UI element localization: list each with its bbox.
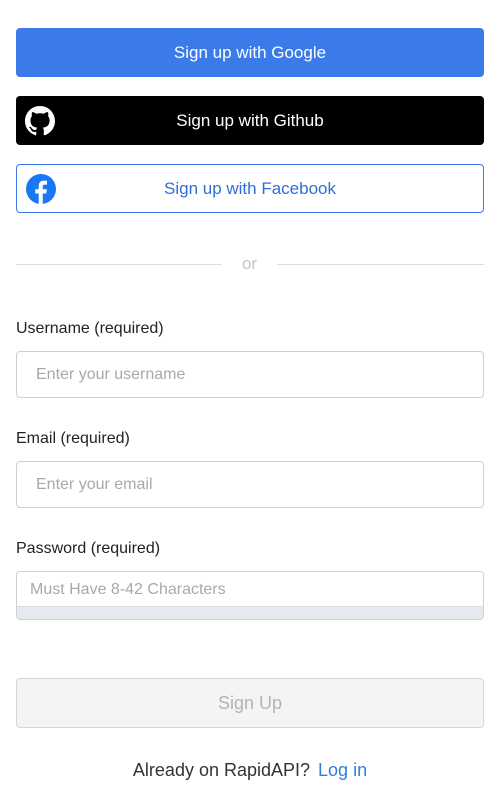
facebook-icon (25, 173, 57, 205)
signup-page: Sign up with Google Sign up with Github … (0, 0, 500, 807)
google-signup-button[interactable]: Sign up with Google (16, 28, 484, 77)
facebook-signup-label: Sign up with Facebook (164, 178, 336, 198)
login-prompt-text: Already on RapidAPI? (132, 760, 311, 780)
facebook-signup-button[interactable]: Sign up with Facebook (16, 164, 484, 213)
login-link[interactable]: Log in (318, 760, 367, 780)
divider-text: or (241, 254, 258, 273)
password-label: Password (required) (16, 540, 161, 557)
email-label: Email (required) (16, 430, 130, 447)
or-divider: or (16, 254, 484, 276)
google-signup-label: Sign up with Google (173, 42, 327, 62)
divider-line-left (16, 264, 222, 265)
email-input[interactable] (16, 461, 484, 508)
github-icon (24, 105, 56, 137)
github-signup-label: Sign up with Github (176, 110, 324, 130)
github-signup-button[interactable]: Sign up with Github (16, 96, 484, 145)
password-strength-bar (17, 606, 483, 619)
username-input[interactable] (16, 351, 484, 398)
sign-up-button[interactable]: Sign Up (16, 678, 484, 728)
login-prompt: Already on RapidAPI? Log in (0, 760, 500, 781)
divider-line-right (277, 264, 484, 265)
password-input[interactable] (17, 572, 483, 608)
sign-up-label: Sign Up (217, 692, 283, 713)
username-label: Username (required) (16, 320, 164, 337)
password-field-wrapper (16, 571, 484, 620)
